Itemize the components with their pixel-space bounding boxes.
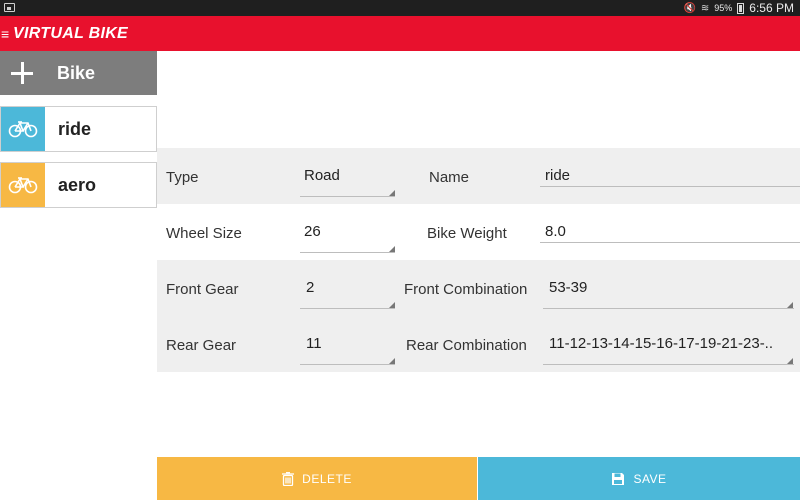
gallery-notification-icon <box>4 3 15 12</box>
wifi-icon: ≋ <box>700 2 710 14</box>
form-row-rear: Rear Gear 11 Rear Combination 11-12-13-1… <box>157 316 800 372</box>
front-gear-label: Front Gear <box>166 281 239 298</box>
rear-combination-select[interactable]: 11-12-13-14-15-16-17-19-21-23-.. <box>543 316 795 372</box>
delete-button[interactable]: DELETE <box>157 457 477 500</box>
app-bar: ≡ VIRTUAL BIKE <box>0 16 800 51</box>
clock: 6:56 PM <box>749 1 794 15</box>
type-label: Type <box>166 169 199 186</box>
bike-name: aero <box>58 174 97 195</box>
add-bike-label: Bike <box>57 62 96 83</box>
form-row-front: Front Gear 2 Front Combination 53-39 <box>157 260 800 316</box>
bike-weight-label: Bike Weight <box>427 225 507 242</box>
name-underline <box>540 186 800 187</box>
dropdown-arrow-icon <box>389 302 395 308</box>
wheel-size-value: 26 <box>304 223 321 240</box>
delete-label: DELETE <box>302 471 352 486</box>
name-input[interactable]: ride <box>540 148 800 204</box>
bike-weight-underline <box>540 242 800 243</box>
wheel-size-select[interactable]: 26 <box>298 204 396 260</box>
front-combination-label: Front Combination <box>404 281 528 298</box>
front-combination-underline <box>543 308 794 309</box>
bike-name: ride <box>58 118 92 139</box>
front-combination-select[interactable]: 53-39 <box>543 260 795 316</box>
front-gear-select[interactable]: 2 <box>298 260 396 316</box>
type-select[interactable]: Road <box>298 148 396 204</box>
form-row-type-name: Type Road Name ride <box>157 148 800 204</box>
floppy-disk-icon <box>612 472 625 485</box>
sidebar-item-aero[interactable]: aero <box>0 162 157 208</box>
bike-weight-value: 8.0 <box>545 223 566 240</box>
plus-icon <box>0 51 44 95</box>
dropdown-arrow-icon <box>389 246 395 252</box>
type-underline <box>300 196 395 197</box>
name-value: ride <box>545 167 571 184</box>
trash-icon <box>282 471 295 486</box>
type-value: Road <box>304 167 340 184</box>
sidebar-item-ride[interactable]: ride <box>0 106 157 152</box>
battery-icon <box>737 2 745 14</box>
rear-gear-select[interactable]: 11 <box>298 316 396 372</box>
rear-combination-underline <box>543 364 794 365</box>
dropdown-arrow-icon <box>389 358 395 364</box>
front-gear-underline <box>300 308 395 309</box>
rear-combination-label: Rear Combination <box>406 337 527 354</box>
name-label: Name <box>429 169 470 186</box>
add-bike-button[interactable]: Bike <box>0 51 157 95</box>
status-right: 🔇 ≋ 95% 6:56 PM <box>683 0 794 16</box>
wheel-size-underline <box>300 252 395 253</box>
rear-gear-underline <box>300 364 395 365</box>
bike-weight-input[interactable]: 8.0 <box>540 204 800 260</box>
battery-percent: 95% <box>714 3 733 13</box>
bicycle-icon <box>1 107 45 151</box>
front-gear-value: 2 <box>306 279 315 296</box>
app-screen: 🔇 ≋ 95% 6:56 PM ≡ VIRTUAL BIKE Bike ride… <box>0 0 800 500</box>
app-title: VIRTUAL BIKE <box>13 24 129 42</box>
save-label: SAVE <box>633 471 667 486</box>
dropdown-arrow-icon <box>389 190 395 196</box>
save-button[interactable]: SAVE <box>478 457 800 500</box>
hamburger-icon[interactable]: ≡ <box>1 27 11 41</box>
dropdown-arrow-icon <box>787 302 793 308</box>
bicycle-icon <box>1 163 45 207</box>
wheel-size-label: Wheel Size <box>166 225 242 242</box>
front-combination-value: 53-39 <box>549 279 588 296</box>
rear-gear-label: Rear Gear <box>166 337 237 354</box>
status-bar: 🔇 ≋ 95% 6:56 PM <box>0 0 800 16</box>
rear-combination-value: 11-12-13-14-15-16-17-19-21-23-.. <box>549 335 774 352</box>
mute-icon: 🔇 <box>683 2 696 14</box>
dropdown-arrow-icon <box>787 358 793 364</box>
form-row-wheel-weight: Wheel Size 26 Bike Weight 8.0 <box>157 204 800 260</box>
rear-gear-value: 11 <box>306 335 322 352</box>
